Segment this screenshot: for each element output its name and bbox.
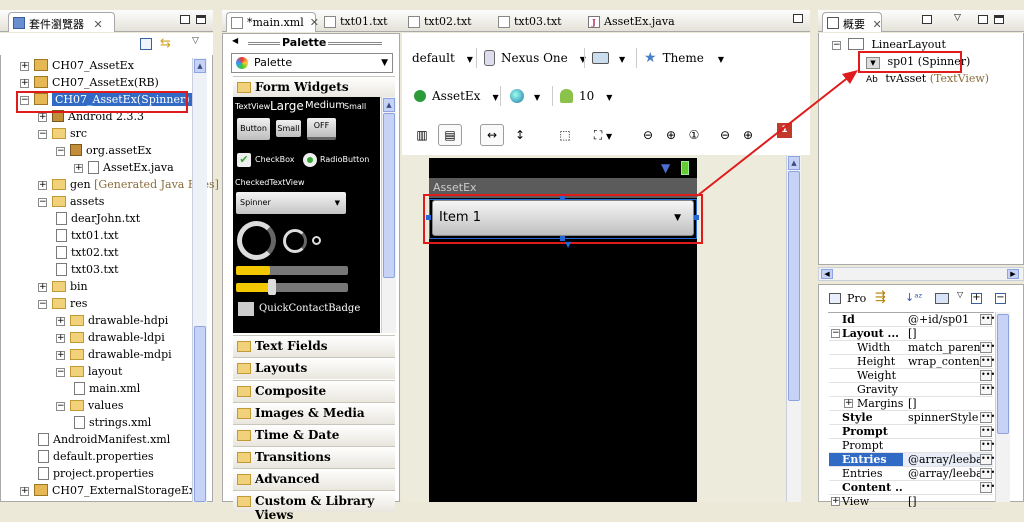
annotation-arrow bbox=[696, 70, 858, 197]
